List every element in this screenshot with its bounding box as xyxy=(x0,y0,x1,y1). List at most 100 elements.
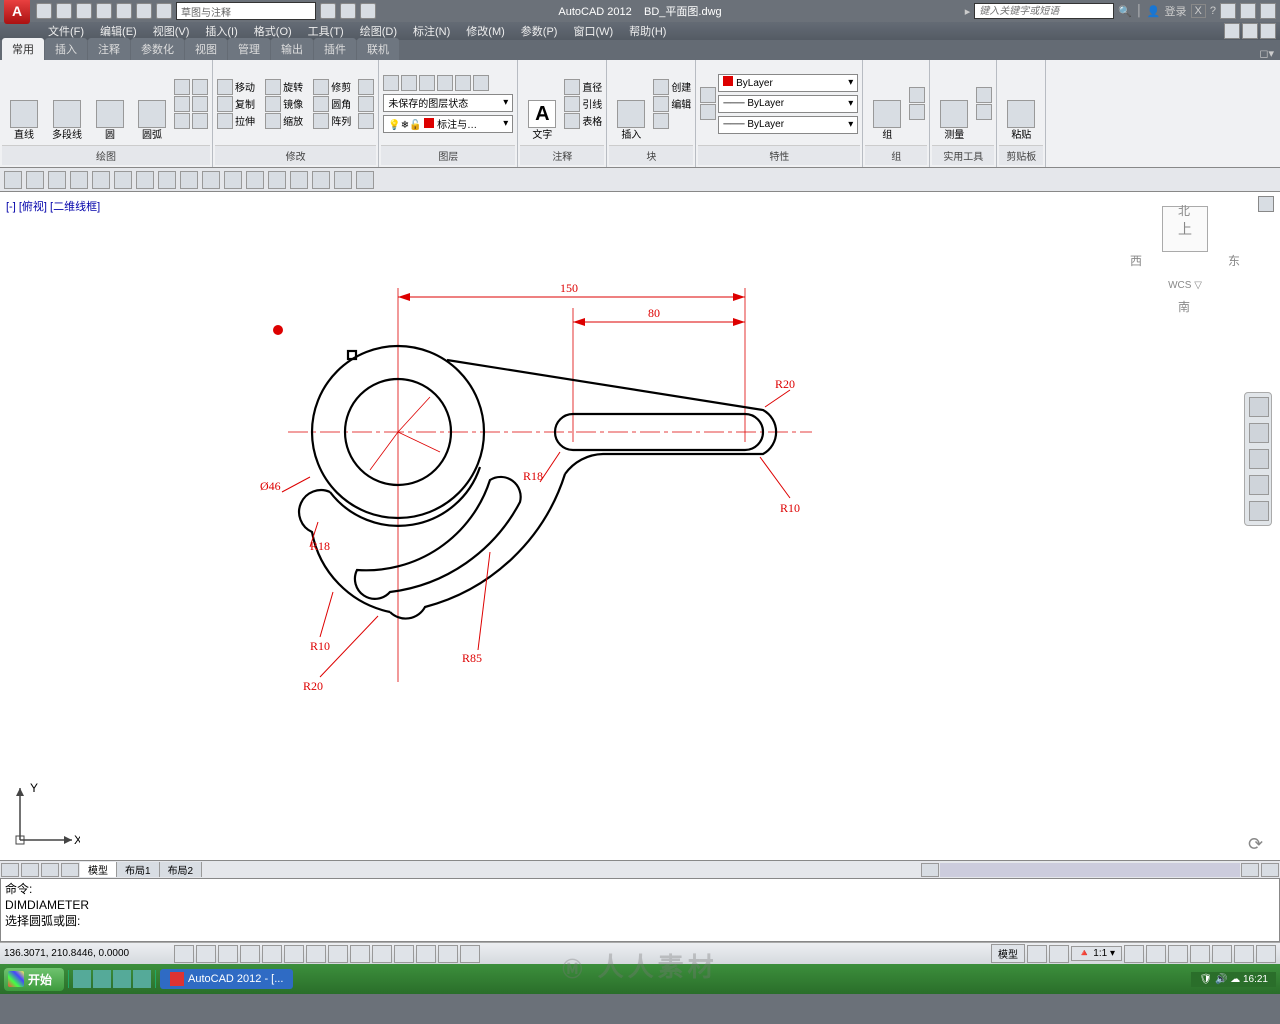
hscroll-right-icon[interactable] xyxy=(1241,863,1259,877)
menu-draw[interactable]: 绘图(D) xyxy=(352,23,405,39)
isolate-icon[interactable] xyxy=(1234,945,1254,963)
panel-annot-title[interactable]: 注释 xyxy=(520,145,604,165)
ortho-icon[interactable] xyxy=(240,945,260,963)
menu-param[interactable]: 参数(P) xyxy=(513,23,566,39)
panel-props-title[interactable]: 特性 xyxy=(698,145,860,165)
explode-icon[interactable] xyxy=(358,96,374,112)
measure-button[interactable]: 测量 xyxy=(934,64,974,143)
layerlock-icon[interactable] xyxy=(473,75,489,91)
osnap-par-icon[interactable] xyxy=(246,171,264,189)
annoviz-icon[interactable] xyxy=(1124,945,1144,963)
menu-dim[interactable]: 标注(N) xyxy=(405,23,458,39)
array-icon[interactable] xyxy=(313,113,329,129)
saveas-icon[interactable] xyxy=(96,3,112,19)
menu-tools[interactable]: 工具(T) xyxy=(300,23,352,39)
app-logo[interactable]: A xyxy=(4,0,30,24)
plot-icon[interactable] xyxy=(116,3,132,19)
snap-icon[interactable] xyxy=(196,945,216,963)
exchange-icon[interactable]: X xyxy=(1191,4,1206,18)
osnap-icon[interactable] xyxy=(284,945,304,963)
restore-button[interactable] xyxy=(1240,3,1256,19)
clean-screen-icon[interactable] xyxy=(1256,945,1276,963)
tab-view[interactable]: 视图 xyxy=(185,38,227,60)
pan-icon[interactable] xyxy=(1249,423,1269,443)
zoom-extents-icon[interactable] xyxy=(1249,449,1269,469)
osnap-near-icon[interactable] xyxy=(312,171,330,189)
matchprop-icon[interactable] xyxy=(700,87,716,103)
hatch-icon[interactable] xyxy=(192,79,208,95)
tab-parametric[interactable]: 参数化 xyxy=(131,38,184,60)
dimlinear-icon[interactable] xyxy=(564,79,580,95)
tab-next-icon[interactable] xyxy=(41,863,59,877)
panel-modify-title[interactable]: 修改 xyxy=(215,145,376,165)
redo-icon[interactable] xyxy=(156,3,172,19)
hardware-icon[interactable] xyxy=(1212,945,1232,963)
ql-media-icon[interactable] xyxy=(113,970,131,988)
osnap-mid-icon[interactable] xyxy=(70,171,88,189)
ellipse-icon[interactable] xyxy=(174,113,190,129)
panel-util-title[interactable]: 实用工具 xyxy=(932,145,994,165)
dyn-icon[interactable] xyxy=(372,945,392,963)
tab-online[interactable]: 联机 xyxy=(357,38,399,60)
menu-help[interactable]: 帮助(H) xyxy=(621,23,674,39)
osnap-none-icon[interactable] xyxy=(334,171,352,189)
3dosnap-icon[interactable] xyxy=(306,945,326,963)
copy-icon[interactable] xyxy=(217,96,233,112)
showmotion-icon[interactable] xyxy=(1249,501,1269,521)
viewport-menu-icon[interactable]: ⟳ xyxy=(1248,834,1268,854)
leader-icon[interactable] xyxy=(564,96,580,112)
tab-plugins[interactable]: 插件 xyxy=(314,38,356,60)
text-button[interactable]: A文字 xyxy=(522,64,562,143)
insert-button[interactable]: 插入 xyxy=(611,64,651,143)
menu-format[interactable]: 格式(O) xyxy=(246,23,300,39)
osnap-ext-icon[interactable] xyxy=(136,171,154,189)
layerstate-dropdown[interactable]: 未保存的图层状态▾ xyxy=(383,94,513,112)
wcs-label[interactable]: WCS ▽ xyxy=(1130,280,1240,291)
polyline-button[interactable]: 多段线 xyxy=(46,64,88,143)
linetype-dropdown[interactable]: ─── ByLayer▾ xyxy=(718,95,858,113)
preview-icon[interactable] xyxy=(340,3,356,19)
qv-drawings-icon[interactable] xyxy=(1049,945,1069,963)
scroll-up-icon[interactable] xyxy=(1258,196,1274,212)
ql-ie-icon[interactable] xyxy=(73,970,91,988)
point-icon[interactable] xyxy=(192,96,208,112)
search-icon[interactable]: 🔍 xyxy=(1118,5,1132,18)
osnap-settings-icon[interactable] xyxy=(356,171,374,189)
menu-modify[interactable]: 修改(M) xyxy=(458,23,513,39)
tab-home[interactable]: 常用 xyxy=(2,38,44,60)
save-icon[interactable] xyxy=(76,3,92,19)
qp-icon[interactable] xyxy=(438,945,458,963)
cmd-expand-icon[interactable] xyxy=(1261,863,1279,877)
ql-mail-icon[interactable] xyxy=(133,970,151,988)
undo-icon[interactable] xyxy=(136,3,152,19)
search-input[interactable] xyxy=(974,3,1114,19)
group-button[interactable]: 组 xyxy=(867,64,907,143)
grid-icon[interactable] xyxy=(218,945,238,963)
rotate-icon[interactable] xyxy=(265,79,281,95)
menu-window[interactable]: 窗口(W) xyxy=(565,23,621,39)
osnap-from-icon[interactable] xyxy=(26,171,44,189)
annoauto-icon[interactable] xyxy=(1146,945,1166,963)
move-icon[interactable] xyxy=(217,79,233,95)
osnap-appint-icon[interactable] xyxy=(114,171,132,189)
workspace-dropdown[interactable]: 草图与注释 xyxy=(176,2,316,20)
osnap-tan-icon[interactable] xyxy=(202,171,220,189)
doc-minimize-button[interactable] xyxy=(1224,23,1240,39)
taskbar-autocad[interactable]: AutoCAD 2012 - [... xyxy=(160,969,293,989)
select-icon[interactable] xyxy=(976,87,992,103)
ungroup-icon[interactable] xyxy=(909,87,925,103)
list-icon[interactable] xyxy=(700,104,716,120)
trim-icon[interactable] xyxy=(313,79,329,95)
table-icon[interactable] xyxy=(564,113,580,129)
sc-icon[interactable] xyxy=(460,945,480,963)
infer-icon[interactable] xyxy=(174,945,194,963)
tab-layout2[interactable]: 布局2 xyxy=(160,862,203,877)
annoscale-dropdown[interactable]: 🔺 1:1 ▾ xyxy=(1071,946,1122,961)
osnap-ins-icon[interactable] xyxy=(268,171,286,189)
osnap-int-icon[interactable] xyxy=(92,171,110,189)
properties-icon[interactable] xyxy=(360,3,376,19)
panel-clip-title[interactable]: 剪贴板 xyxy=(999,145,1043,165)
line-button[interactable]: 直线 xyxy=(4,64,44,143)
tab-last-icon[interactable] xyxy=(61,863,79,877)
osnap-node-icon[interactable] xyxy=(290,171,308,189)
